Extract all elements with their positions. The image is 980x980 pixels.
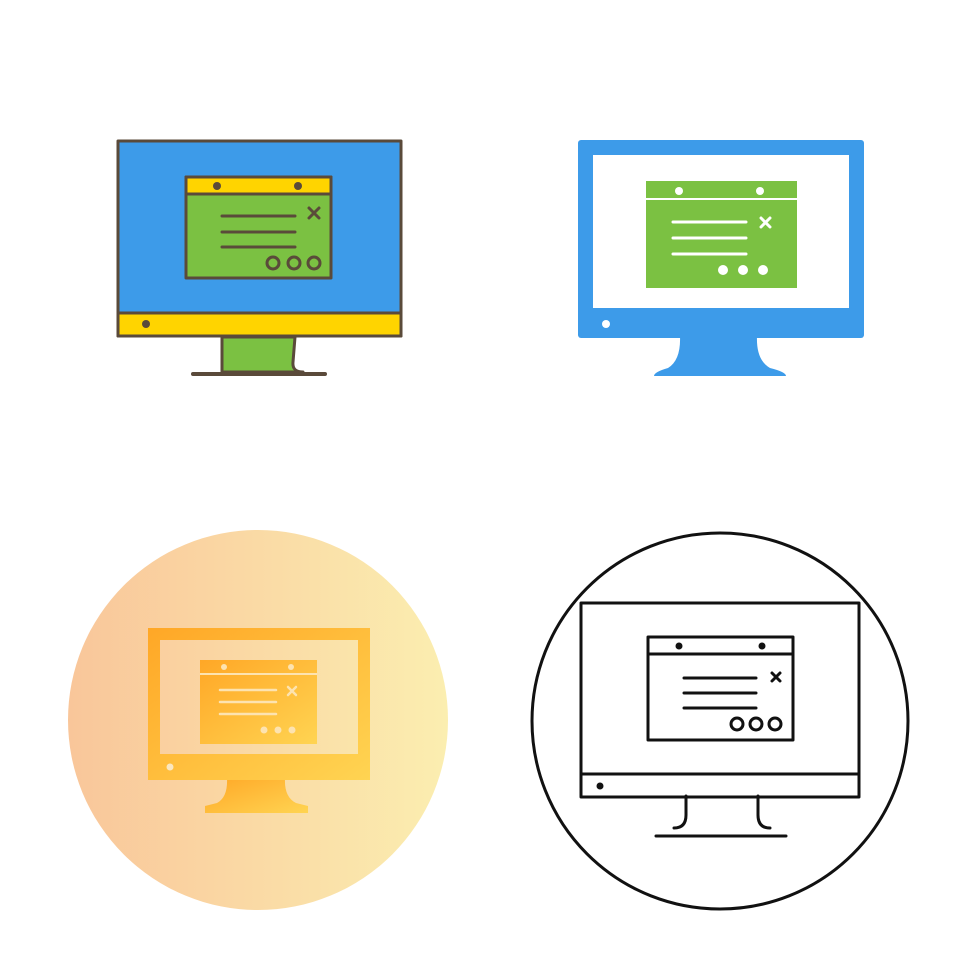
outline-circle bbox=[530, 531, 910, 911]
monitor-popup-icon-line bbox=[490, 490, 980, 980]
monitor-popup-icon-flat bbox=[490, 0, 980, 490]
monitor-popup-icon-filled bbox=[0, 0, 490, 490]
icon-sheet: { "icons": [ {"name": "monitor-popup-ico… bbox=[0, 0, 980, 980]
monitor-icon bbox=[116, 139, 403, 376]
monitor-popup-icon-gradient bbox=[0, 490, 490, 980]
monitor-icon bbox=[530, 531, 910, 911]
monitor-icon bbox=[68, 530, 448, 910]
monitor-icon bbox=[578, 140, 864, 376]
